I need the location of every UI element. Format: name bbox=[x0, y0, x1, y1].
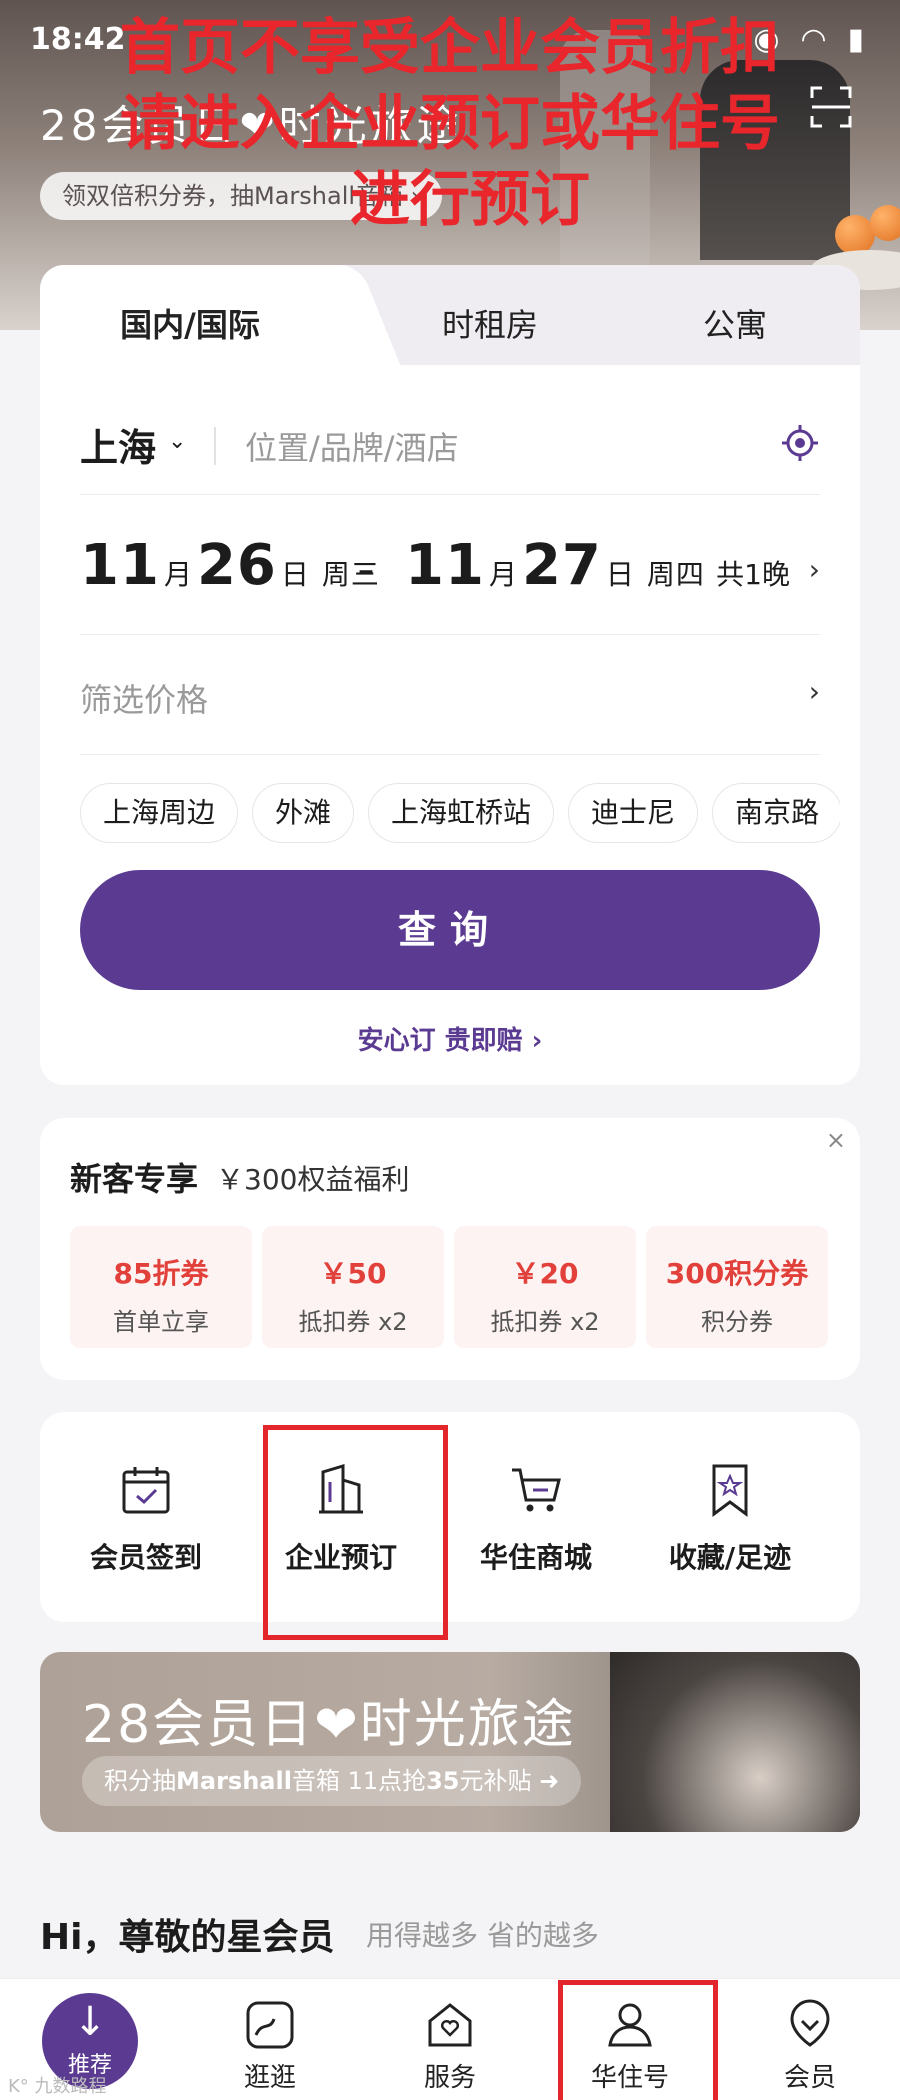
destination-chip[interactable]: 上海虹桥站 bbox=[368, 783, 555, 843]
arrow-down-icon: ↓ bbox=[73, 1999, 107, 2045]
checkout-month: 11 bbox=[405, 533, 485, 598]
tab-browse[interactable]: 逛逛 bbox=[180, 1979, 360, 2100]
bottom-tab-bar: ↓ 推荐 逛逛 服务 华住号 会员 bbox=[0, 1978, 900, 2100]
coupon-value: ￥20 bbox=[511, 1257, 579, 1290]
highlight-box-huazhu bbox=[558, 1980, 718, 2100]
quick-label: 华住商城 bbox=[479, 1541, 592, 1574]
coupon-desc: 首单立享 bbox=[113, 1308, 209, 1336]
coupon-value: 300积分券 bbox=[665, 1257, 809, 1290]
greeting-subtitle: 用得越多 省的越多 bbox=[366, 1919, 599, 1952]
tab-label: 会员 bbox=[783, 2063, 836, 2093]
coupon-desc: 积分券 bbox=[701, 1308, 773, 1336]
house-heart-icon bbox=[428, 2003, 472, 2047]
banner-text: 积分抽 bbox=[104, 1767, 176, 1795]
new-customer-title: 新客专享 bbox=[70, 1160, 199, 1198]
coupon-desc: 抵扣券 x2 bbox=[490, 1308, 600, 1336]
close-icon[interactable]: × bbox=[826, 1126, 846, 1154]
day-unit: 日 bbox=[280, 558, 310, 591]
highlight-box-corporate bbox=[263, 1425, 448, 1640]
month-unit: 月 bbox=[163, 558, 193, 591]
coupon-card[interactable]: ￥20 抵扣券 x2 bbox=[454, 1226, 636, 1348]
new-customer-subtitle: ￥300权益福利 bbox=[216, 1163, 410, 1196]
coupon-value: ￥50 bbox=[319, 1257, 387, 1290]
checkin-date[interactable]: 11 月26 日周三 bbox=[80, 533, 380, 598]
date-row[interactable]: 11 月26 日周三 – 11 月27 日周四 共1晚 › bbox=[80, 495, 820, 635]
tab-hourly[interactable]: 时租房 bbox=[370, 265, 610, 365]
checkin-month: 11 bbox=[80, 533, 160, 598]
checkin-day: 26 bbox=[196, 533, 277, 598]
cart-icon bbox=[512, 1468, 561, 1512]
chevron-down-icon[interactable]: ⌄ bbox=[168, 429, 186, 454]
price-filter-label: 筛选价格 bbox=[80, 681, 209, 719]
banner-brand: Marshall bbox=[176, 1767, 292, 1795]
tab-label: 逛逛 bbox=[243, 2063, 296, 2093]
banner-promo-pill[interactable]: 积分抽Marshall音箱 11点抢35元补贴 ➜ bbox=[82, 1756, 582, 1806]
nights-count: 共1晚 bbox=[716, 558, 790, 591]
chevron-right-icon: › bbox=[808, 675, 820, 708]
tab-domestic-international[interactable]: 国内/国际 bbox=[40, 265, 340, 365]
watermark: K° 九数路程 bbox=[8, 2076, 107, 2097]
tab-label: 服务 bbox=[423, 2063, 476, 2093]
banner-text: 元补贴 bbox=[459, 1767, 532, 1795]
quick-mall[interactable]: 华住商城 bbox=[446, 1462, 626, 1576]
destination-chip[interactable]: 外滩 bbox=[252, 783, 355, 843]
banner-title: 28会员日❤时光旅途 bbox=[82, 1695, 576, 1755]
coupon-card[interactable]: ￥50 抵扣券 x2 bbox=[262, 1226, 444, 1348]
coupon-card[interactable]: 85折券 首单立享 bbox=[70, 1226, 252, 1348]
annotation-line: 进行预订 bbox=[350, 165, 590, 235]
checkout-weekday: 周四 bbox=[646, 558, 705, 591]
booking-card: 国内/国际 时租房 公寓 上海 ⌄ 位置/品牌/酒店 11 月26 日周三 – 11… bbox=[40, 265, 860, 1085]
annotation-line: 请进入企业预订或华住号 bbox=[120, 89, 780, 159]
search-button[interactable]: 查询 bbox=[80, 870, 820, 990]
quick-label: 收藏/足迹 bbox=[668, 1541, 792, 1574]
banner-text: 音箱 11点抢 bbox=[291, 1767, 427, 1795]
price-filter-row[interactable]: 筛选价格 › bbox=[80, 635, 820, 755]
coupon-desc: 抵扣券 x2 bbox=[298, 1308, 408, 1336]
destination-chip[interactable]: 上海周边 bbox=[80, 783, 239, 843]
tab-service[interactable]: 服务 bbox=[360, 1979, 540, 2100]
quick-label: 会员签到 bbox=[89, 1541, 202, 1574]
coupon-card[interactable]: 300积分券 积分券 bbox=[646, 1226, 828, 1348]
destination-chip[interactable]: 迪士尼 bbox=[568, 783, 699, 843]
tab-member[interactable]: 会员 bbox=[720, 1979, 900, 2100]
member-heart-icon bbox=[790, 1999, 830, 2047]
quick-member-checkin[interactable]: 会员签到 bbox=[56, 1462, 236, 1576]
search-input[interactable]: 位置/品牌/酒店 bbox=[245, 423, 459, 469]
tab-apartment[interactable]: 公寓 bbox=[610, 265, 860, 365]
quick-favorites-history[interactable]: 收藏/足迹 bbox=[640, 1462, 820, 1576]
promo-banner[interactable]: 28会员日❤时光旅途 积分抽Marshall音箱 11点抢35元补贴 ➜ bbox=[40, 1652, 860, 1832]
new-customer-card: 新客专享 ￥300权益福利 × 85折券 首单立享 ￥50 抵扣券 x2 ￥20… bbox=[40, 1118, 860, 1380]
locate-icon[interactable] bbox=[780, 423, 820, 463]
divider bbox=[214, 427, 216, 465]
checkout-day: 27 bbox=[521, 533, 602, 598]
destination-chip[interactable]: 南京路 bbox=[712, 783, 840, 843]
calendar-check-icon bbox=[122, 1467, 170, 1514]
chevron-right-icon: ➜ bbox=[539, 1767, 560, 1795]
hot-destinations: 上海周边 外滩 上海虹桥站 迪士尼 南京路 bbox=[80, 783, 840, 843]
annotation-overlay: 首页不享受企业会员折扣 请进入企业预订或华住号 进行预订 bbox=[0, 10, 900, 238]
quick-actions: 会员签到 企业预订 华住商城 收藏/足迹 bbox=[40, 1412, 860, 1622]
assurance-link[interactable]: 安心订 贵即赔 › bbox=[40, 1020, 860, 1057]
city-selector[interactable]: 上海 bbox=[80, 417, 156, 472]
day-unit: 日 bbox=[605, 558, 635, 591]
banner-photo-decor bbox=[610, 1652, 860, 1832]
booking-tabs: 国内/国际 时租房 公寓 bbox=[40, 265, 860, 365]
checkout-date[interactable]: 11 月27 日周四 bbox=[405, 533, 705, 598]
chevron-right-icon: › bbox=[808, 553, 820, 586]
bookmark-star-icon bbox=[712, 1464, 748, 1517]
destination-row: 上海 ⌄ 位置/品牌/酒店 bbox=[80, 395, 820, 495]
greeting-title: Hi，尊敬的星会员 bbox=[40, 1917, 335, 1958]
banner-amount: 35 bbox=[426, 1767, 460, 1795]
browse-icon bbox=[246, 2001, 294, 2049]
date-separator: – bbox=[358, 550, 374, 588]
coupon-value: 85折券 bbox=[113, 1257, 209, 1290]
month-unit: 月 bbox=[488, 558, 518, 591]
annotation-line: 首页不享受企业会员折扣 bbox=[120, 13, 780, 83]
